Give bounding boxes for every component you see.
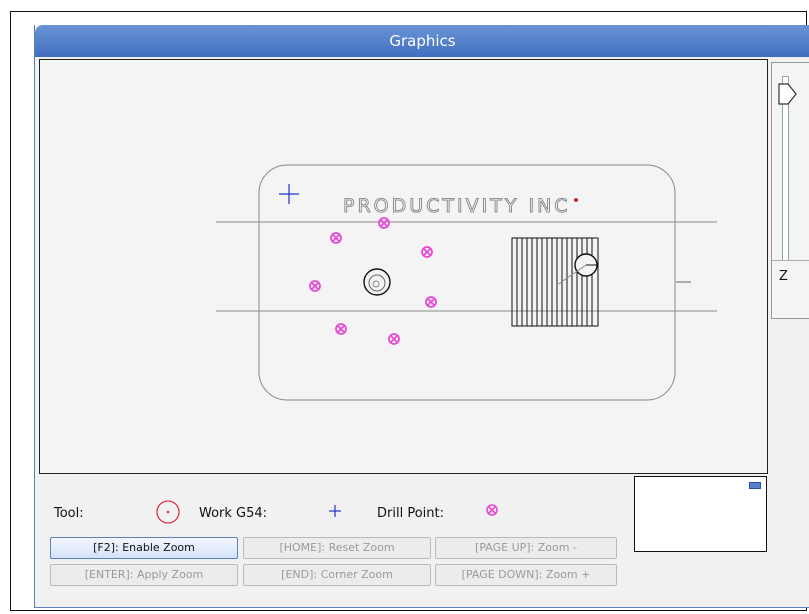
graphics-window: Graphics PRODUCTIVITY INC Z Tool: Work G…: [34, 25, 809, 608]
drill-point-icon: [486, 504, 498, 516]
apply-zoom-button[interactable]: [ENTER]: Apply Zoom: [50, 564, 238, 586]
tool-icon: [156, 500, 180, 524]
z-axis-panel: Z: [771, 62, 809, 319]
overview-minimap[interactable]: [634, 476, 767, 552]
window-title: Graphics: [35, 25, 809, 57]
center-bore: [363, 268, 391, 296]
legend: Tool: Work G54: Drill Point:: [35, 500, 635, 532]
work-offset-icon: [329, 505, 341, 517]
drill-point: [388, 333, 400, 345]
toolpath-canvas: PRODUCTIVITY INC: [216, 164, 717, 401]
tool-position-dot: [574, 198, 578, 202]
zoom-out-button[interactable]: [PAGE UP]: Zoom -: [435, 537, 617, 559]
tool-legend-label: Tool:: [54, 506, 84, 521]
view-marker-icon: [749, 482, 761, 489]
drill-point: [330, 232, 342, 244]
graphics-viewport[interactable]: PRODUCTIVITY INC: [39, 59, 768, 474]
work-offset-marker: [279, 184, 299, 204]
zoom-in-button[interactable]: [PAGE DOWN]: Zoom +: [435, 564, 617, 586]
z-panel-divider: [772, 260, 809, 261]
drill-legend-label: Drill Point:: [377, 506, 444, 521]
part-label: PRODUCTIVITY INC: [343, 195, 571, 217]
enable-zoom-button[interactable]: [F2]: Enable Zoom: [50, 537, 238, 559]
reset-zoom-button[interactable]: [HOME]: Reset Zoom: [243, 537, 431, 559]
drill-point: [421, 246, 433, 258]
z-slider-thumb[interactable]: [778, 83, 798, 107]
z-axis-label: Z: [779, 269, 788, 284]
corner-zoom-button[interactable]: [END]: Corner Zoom: [243, 564, 431, 586]
drill-points: [309, 217, 437, 345]
pocket: [511, 237, 599, 327]
work-legend-label: Work G54:: [199, 506, 268, 521]
drill-point: [335, 323, 347, 335]
drill-point: [378, 217, 390, 229]
drill-point: [425, 296, 437, 308]
drill-point: [309, 280, 321, 292]
